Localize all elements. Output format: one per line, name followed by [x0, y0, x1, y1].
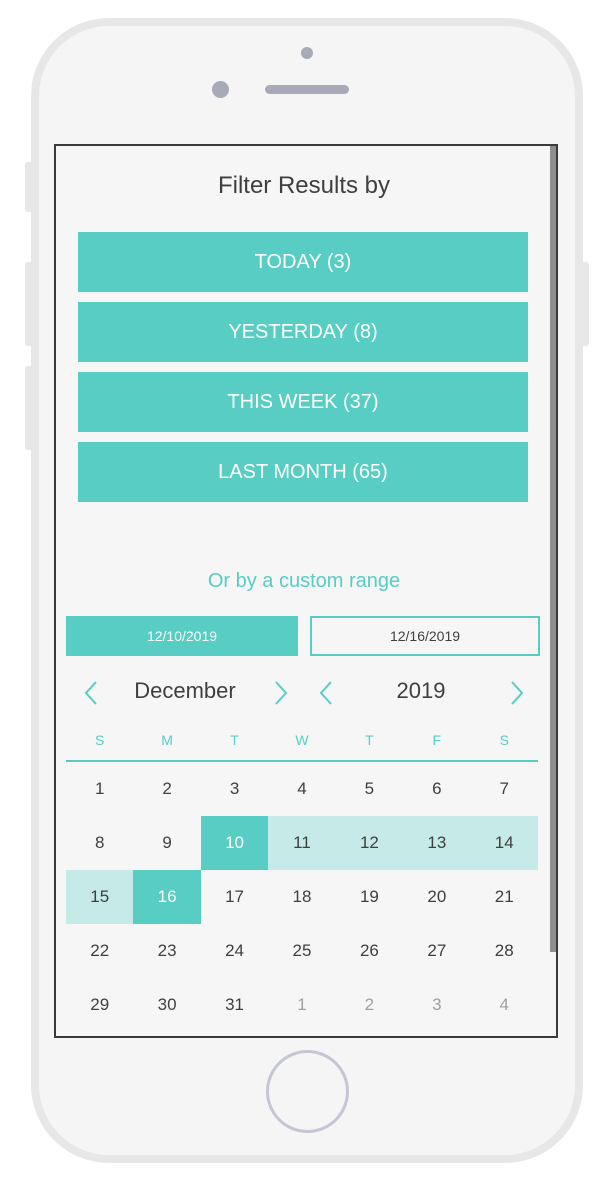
custom-range-label: Or by a custom range — [207, 570, 401, 592]
calendar-day[interactable]: 28 — [471, 924, 538, 978]
calendar-day[interactable]: 1 — [66, 762, 133, 816]
calendar-day[interactable]: 19 — [336, 870, 403, 924]
calendar-day[interactable]: 12 — [335, 816, 404, 870]
calendar-day[interactable]: 2 — [133, 762, 200, 816]
calendar-day[interactable]: 15 — [66, 870, 134, 924]
calendar-day[interactable]: 16 — [133, 870, 201, 924]
calendar-day[interactable]: 20 — [403, 870, 470, 924]
weekday-label: S — [499, 732, 509, 748]
calendar-day[interactable]: 21 — [471, 870, 538, 924]
weekday-label: T — [365, 732, 374, 748]
calendar-day[interactable]: 13 — [403, 816, 471, 870]
calendar-day[interactable]: 17 — [201, 870, 268, 924]
end-date-field[interactable]: 12/16/2019 — [310, 616, 540, 656]
weekday-label: S — [95, 732, 105, 748]
earpiece-speaker — [265, 85, 349, 94]
month-label: December — [134, 678, 236, 703]
chevron-right-icon[interactable] — [504, 679, 528, 707]
calendar-day[interactable]: 22 — [66, 924, 133, 978]
calendar-day[interactable]: 7 — [471, 762, 538, 816]
filter-this-week-button[interactable]: THIS WEEK (37) — [78, 372, 528, 432]
calendar-day[interactable]: 1 — [268, 978, 335, 1032]
page-title: Filter Results by — [217, 172, 391, 199]
calendar-day[interactable]: 30 — [133, 978, 200, 1032]
filter-yesterday-button[interactable]: YESTERDAY (8) — [78, 302, 528, 362]
calendar-day[interactable]: 18 — [268, 870, 335, 924]
sensor-dot — [301, 47, 313, 59]
filter-today-button[interactable]: TODAY (3) — [78, 232, 528, 292]
calendar-day[interactable]: 31 — [201, 978, 268, 1032]
scrollbar[interactable] — [550, 146, 556, 952]
year-label: 2019 — [396, 678, 446, 703]
calendar-day[interactable]: 4 — [471, 978, 538, 1032]
calendar-grid: 1 2 3 4 5 6 7 8 9 10 11 12 13 14 15 16 17 18 19 20 21 22 23 24 2… — [66, 762, 538, 1032]
calendar-day[interactable]: 2 — [336, 978, 403, 1032]
calendar-day[interactable]: 8 — [66, 816, 133, 870]
weekday-label: W — [295, 732, 309, 748]
calendar-day[interactable]: 3 — [201, 762, 268, 816]
calendar-day[interactable]: 5 — [336, 762, 403, 816]
calendar-day[interactable]: 4 — [268, 762, 335, 816]
calendar-day[interactable]: 24 — [201, 924, 268, 978]
home-button[interactable] — [266, 1050, 349, 1133]
calendar-day[interactable]: 27 — [403, 924, 470, 978]
calendar-day[interactable]: 9 — [133, 816, 200, 870]
weekday-label: T — [230, 732, 239, 748]
calendar-day[interactable]: 29 — [66, 978, 133, 1032]
start-date-field[interactable]: 12/10/2019 — [66, 616, 298, 656]
calendar-day[interactable]: 25 — [268, 924, 335, 978]
chevron-right-icon[interactable] — [268, 679, 292, 707]
calendar-day[interactable]: 26 — [336, 924, 403, 978]
calendar-day[interactable]: 23 — [133, 924, 200, 978]
calendar-day[interactable]: 10 — [200, 816, 269, 870]
phone-screen: Filter Results by TODAY (3) YESTERDAY (8… — [54, 144, 558, 1038]
chevron-left-icon[interactable] — [315, 679, 339, 707]
weekday-label: F — [432, 732, 442, 748]
filter-last-month-button[interactable]: LAST MONTH (65) — [78, 442, 528, 502]
front-camera — [212, 81, 229, 98]
weekday-label: M — [161, 732, 173, 748]
chevron-left-icon[interactable] — [80, 679, 104, 707]
calendar-day[interactable]: 6 — [403, 762, 470, 816]
calendar-day[interactable]: 3 — [403, 978, 470, 1032]
calendar-day[interactable]: 11 — [268, 816, 336, 870]
calendar-day[interactable]: 14 — [470, 816, 538, 870]
weekday-header: S M T W T F S — [66, 732, 538, 762]
